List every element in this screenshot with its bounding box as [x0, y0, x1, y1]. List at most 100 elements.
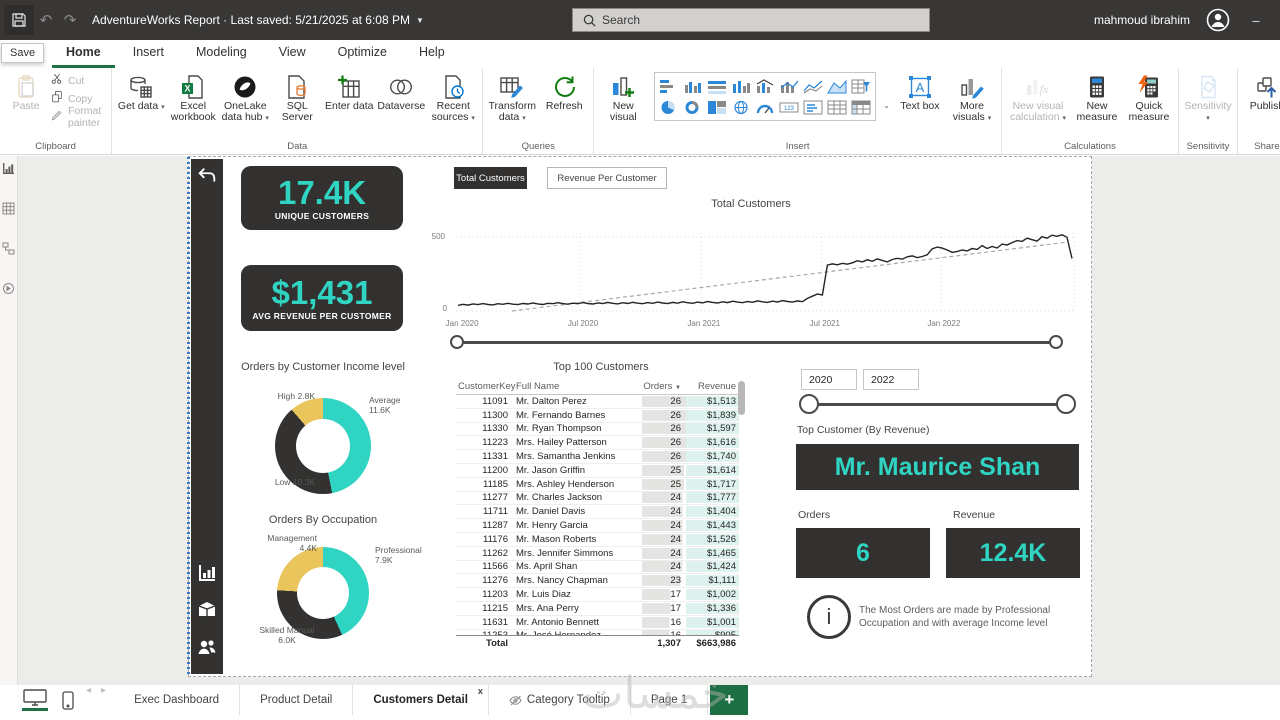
- bar-100-visual-icon[interactable]: [705, 76, 729, 96]
- table-row[interactable]: 11330 Mr. Ryan Thompson 26 $1,597: [456, 423, 739, 437]
- pie-visual-icon[interactable]: [657, 97, 681, 117]
- kpi-avg-revenue[interactable]: $1,431 AVG REVENUE PER CUSTOMER: [241, 265, 403, 331]
- ribbon-tab-optimize[interactable]: Optimize: [324, 40, 401, 68]
- year-slider-handle-left[interactable]: [799, 394, 819, 414]
- excel-workbook-button[interactable]: X Excel workbook: [168, 70, 218, 123]
- line-chart[interactable]: [456, 227, 1076, 324]
- dax-query-view-icon[interactable]: [2, 282, 15, 300]
- new-measure-button[interactable]: New measure: [1072, 70, 1122, 123]
- avatar[interactable]: [1206, 8, 1230, 32]
- gauge-visual-icon[interactable]: [753, 97, 777, 117]
- column-visual-icon[interactable]: [729, 76, 753, 96]
- area-visual-icon[interactable]: [825, 76, 849, 96]
- column-line-visual-icon[interactable]: [777, 76, 801, 96]
- recent-sources-button[interactable]: Recent sources ▾: [428, 70, 478, 124]
- next-page-arrow[interactable]: ▸: [101, 685, 106, 715]
- toggle-revenue-per-customer[interactable]: Revenue Per Customer: [547, 167, 667, 189]
- treemap-visual-icon[interactable]: [705, 97, 729, 117]
- title-caret-icon[interactable]: ▼: [416, 16, 424, 25]
- new-page-button[interactable]: +: [710, 685, 749, 715]
- report-canvas[interactable]: 17.4K UNIQUE CUSTOMERS $1,431 AVG REVENU…: [187, 156, 1092, 677]
- refresh-button[interactable]: Refresh: [539, 70, 589, 112]
- year-to-input[interactable]: 2022: [863, 369, 919, 390]
- line-visual-icon[interactable]: [801, 76, 825, 96]
- more-visuals-button[interactable]: More visuals ▾: [947, 70, 997, 124]
- report-title[interactable]: AdventureWorks Report · Last saved: 5/21…: [92, 13, 410, 27]
- report-view-icon[interactable]: [2, 162, 15, 180]
- table-row[interactable]: 11300 Mr. Fernando Barnes 26 $1,839: [456, 409, 739, 423]
- table-row[interactable]: 11711 Mr. Daniel Davis 24 $1,404: [456, 505, 739, 520]
- table-row[interactable]: 11215 Mrs. Ana Perry 17 $1,336: [456, 602, 739, 616]
- sql-server-button[interactable]: SQL Server: [272, 70, 322, 123]
- table-row[interactable]: 11091 Mr. Dalton Perez 26 $1,513: [456, 395, 739, 409]
- quick-measure-button[interactable]: Quick measure: [1124, 70, 1174, 123]
- top-customers-table[interactable]: CustomerKey Full Name Orders ▼ Revenue 1…: [456, 378, 739, 650]
- page-tab-customers-detail[interactable]: Customers Detail x: [353, 685, 489, 715]
- close-tab-icon[interactable]: x: [478, 686, 483, 696]
- funnel-table-visual-icon[interactable]: [849, 76, 873, 96]
- sensitivity-button[interactable]: Sensitivity ▾: [1183, 70, 1233, 124]
- revenue-card[interactable]: 12.4K: [946, 528, 1080, 578]
- table-row[interactable]: 11276 Mrs. Nancy Chapman 23 $1,111: [456, 574, 739, 589]
- date-slider-handle-right[interactable]: [1049, 335, 1063, 349]
- year-from-input[interactable]: 2020: [801, 369, 857, 390]
- table-row[interactable]: 11631 Mr. Antonio Bennett 16 $1,001: [456, 616, 739, 630]
- table-row[interactable]: 11200 Mr. Jason Griffin 25 $1,614: [456, 464, 739, 478]
- kpi-unique-customers[interactable]: 17.4K UNIQUE CUSTOMERS: [241, 166, 403, 230]
- table-row[interactable]: 11262 Mrs. Jennifer Simmons 24 $1,465: [456, 547, 739, 561]
- table-row[interactable]: 11253 Mr. José Hernandez 16 $905: [456, 630, 739, 635]
- clustered-column-visual-icon[interactable]: [681, 76, 705, 96]
- enter-data-button[interactable]: Enter data: [324, 70, 374, 112]
- transform-data-button[interactable]: Transform data ▾: [487, 70, 537, 124]
- minimize-button[interactable]: –: [1246, 13, 1266, 28]
- date-slider-track[interactable]: [457, 341, 1057, 344]
- format-painter-button[interactable]: Format painter: [50, 105, 107, 129]
- mobile-layout-icon[interactable]: [62, 690, 74, 710]
- ribbon-tab-help[interactable]: Help: [405, 40, 459, 68]
- user-name[interactable]: mahmoud ibrahim: [1094, 13, 1190, 27]
- stacked-bar-visual-icon[interactable]: [657, 76, 681, 96]
- table-row[interactable]: 11566 Ms. April Shan 24 $1,424: [456, 561, 739, 575]
- search-input[interactable]: Search: [572, 8, 930, 32]
- top-customer-card[interactable]: Mr. Maurice Shan: [796, 444, 1079, 490]
- toggle-total-customers[interactable]: Total Customers: [454, 167, 527, 189]
- donut-occupation-chart[interactable]: Professional 7.9K Skilled Manual 6.0K Manage…: [209, 529, 439, 661]
- get-data-button[interactable]: Get data ▾: [116, 70, 166, 113]
- prev-page-arrow[interactable]: ◂: [86, 685, 91, 715]
- date-slider-handle-left[interactable]: [450, 335, 464, 349]
- new-visual-button[interactable]: New visual: [598, 70, 648, 123]
- card-123-visual-icon[interactable]: 123: [777, 97, 801, 117]
- page-tab-page-1[interactable]: Page 1: [631, 685, 709, 715]
- table-row[interactable]: 11203 Mr. Luis Diaz 17 $1,002: [456, 588, 739, 602]
- page-tab-product-detail[interactable]: Product Detail: [240, 685, 354, 715]
- ribbon-tab-home[interactable]: Home: [52, 40, 115, 68]
- dataverse-button[interactable]: Dataverse: [376, 70, 426, 112]
- page-tab-exec-dashboard[interactable]: Exec Dashboard: [114, 685, 241, 715]
- donut-visual-icon[interactable]: [681, 97, 705, 117]
- model-view-icon[interactable]: [2, 242, 15, 260]
- column-analyze-visual-icon[interactable]: [753, 76, 777, 96]
- matrix-visual-icon[interactable]: [849, 97, 873, 117]
- onelake-data-hub-button[interactable]: OneLake data hub ▾: [220, 70, 270, 124]
- gallery-expand-icon[interactable]: ⌄: [880, 101, 893, 110]
- new-visual-calculation-button[interactable]: fx New visual calculation ▾: [1006, 70, 1070, 124]
- page-tab-category-tooltip[interactable]: Category Tooltip: [489, 685, 631, 715]
- year-slider-track[interactable]: [809, 403, 1066, 406]
- kpi-list-visual-icon[interactable]: [801, 97, 825, 117]
- table-row[interactable]: 11223 Mrs. Hailey Patterson 26 $1,616: [456, 436, 739, 451]
- table-header[interactable]: CustomerKey Full Name Orders ▼ Revenue: [456, 378, 739, 395]
- redo-icon[interactable]: ↷: [58, 11, 82, 29]
- text-box-button[interactable]: A Text box: [895, 70, 945, 112]
- paste-button[interactable]: Paste: [4, 70, 48, 112]
- map-globe-visual-icon[interactable]: [729, 97, 753, 117]
- table-row[interactable]: 11331 Mrs. Samantha Jenkins 26 $1,740: [456, 450, 739, 464]
- table-row[interactable]: 11287 Mr. Henry Garcia 24 $1,443: [456, 519, 739, 533]
- ribbon-tab-view[interactable]: View: [265, 40, 320, 68]
- ribbon-tab-modeling[interactable]: Modeling: [182, 40, 261, 68]
- donut-income-chart[interactable]: Average 11.6K Low 10.3K High 2.8K: [209, 381, 439, 507]
- ribbon-tab-insert[interactable]: Insert: [119, 40, 178, 68]
- table-scrollbar[interactable]: [738, 381, 745, 415]
- table-visual-icon[interactable]: [825, 97, 849, 117]
- undo-icon[interactable]: ↶: [34, 11, 58, 29]
- table-row[interactable]: 11176 Mr. Mason Roberts 24 $1,526: [456, 533, 739, 547]
